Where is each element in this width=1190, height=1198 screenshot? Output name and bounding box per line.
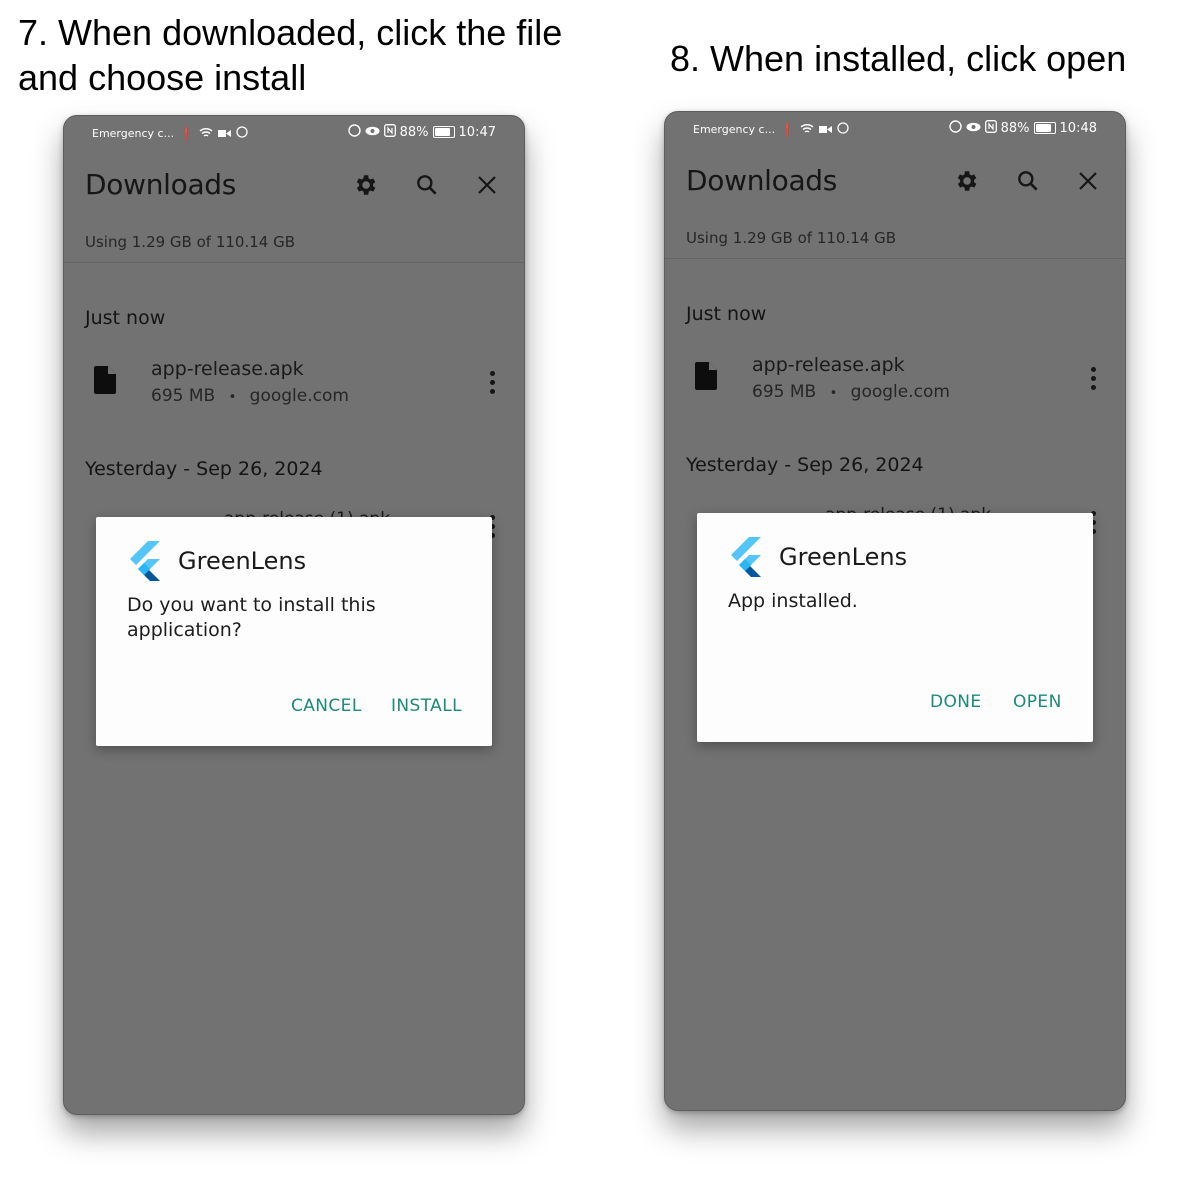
file-source: google.com [850,382,950,402]
meta-separator: • [228,390,237,405]
search-button[interactable] [1011,166,1045,200]
close-icon [476,174,498,201]
dialog-message: App installed. [728,590,858,612]
open-button[interactable]: OPEN [1013,692,1062,712]
phone-screenshot-step-8: Emergency c... ❗ 88% 10:48 Downloads Usi… [664,111,1126,1111]
whatsapp-icon [837,122,849,137]
alert-icon: ❗ [780,122,796,137]
file-meta: 695 MB • google.com [151,386,349,406]
app-bar: Downloads [665,146,1125,216]
data-saver-icon [347,124,361,140]
page-title: Downloads [686,164,838,197]
download-item[interactable]: app-release.apk 695 MB • google.com [64,354,524,414]
nfc-icon [984,120,997,136]
settings-button[interactable] [348,170,382,204]
wifi-icon [800,123,814,137]
more-options-button[interactable] [1083,364,1103,394]
status-bar: Emergency c... ❗ 88% 10:48 [665,112,1125,146]
data-saver-icon [948,120,962,136]
file-name: app-release.apk [151,358,304,380]
page-title: Downloads [85,168,237,201]
step-8-heading: 8. When installed, click open [670,38,1127,79]
file-icon [695,362,717,395]
dialog-app-name: GreenLens [178,547,307,575]
flutter-logo-icon [128,541,162,586]
search-button[interactable] [410,170,444,204]
cancel-button[interactable]: CANCEL [291,696,362,716]
clock: 10:47 [458,124,496,140]
flutter-logo-icon [729,537,763,582]
battery-percent: 88% [399,124,429,140]
whatsapp-icon [236,126,248,141]
carrier-label: Emergency c... [693,123,776,136]
gear-icon [352,172,378,203]
eye-icon [365,125,380,139]
close-icon [1077,170,1099,197]
divider [665,258,1125,259]
battery-icon [1033,122,1056,134]
search-icon [414,172,440,203]
step-7-heading: 7. When downloaded, click the file and c… [18,12,563,98]
alert-icon: ❗ [179,126,195,141]
meta-separator: • [829,386,838,401]
installed-dialog: GreenLens App installed. DONE OPEN [697,513,1093,742]
battery-icon [432,126,455,138]
install-dialog: GreenLens Do you want to install this ap… [96,517,492,746]
video-icon [819,123,833,137]
install-button[interactable]: INSTALL [391,696,462,716]
carrier-label: Emergency c... [92,127,175,140]
battery-percent: 88% [1000,120,1030,136]
section-header-yesterday: Yesterday - Sep 26, 2024 [85,458,323,480]
dialog-message: Do you want to install this application? [127,594,376,641]
close-button[interactable] [470,170,504,204]
file-meta: 695 MB • google.com [752,382,950,402]
wifi-icon [199,127,213,141]
search-icon [1015,168,1041,199]
file-name: app-release.apk [752,354,905,376]
phone-screenshot-step-7: Emergency c... ❗ 88% 10:47 Downloads Usi… [63,115,525,1115]
settings-button[interactable] [949,166,983,200]
eye-icon [966,121,981,135]
done-button[interactable]: DONE [930,692,982,712]
divider [64,262,524,263]
storage-usage: Using 1.29 GB of 110.14 GB [686,229,896,247]
file-size: 695 MB [151,386,216,406]
more-options-button[interactable] [482,368,502,398]
download-item[interactable]: app-release.apk 695 MB • google.com [665,350,1125,410]
section-header-just-now: Just now [686,303,767,325]
section-header-just-now: Just now [85,307,166,329]
nfc-icon [383,124,396,140]
file-size: 695 MB [752,382,817,402]
file-icon [94,366,116,399]
status-bar: Emergency c... ❗ 88% 10:47 [64,116,524,150]
gear-icon [953,168,979,199]
app-bar: Downloads [64,150,524,220]
video-icon [218,127,232,141]
section-header-yesterday: Yesterday - Sep 26, 2024 [686,454,924,476]
close-button[interactable] [1071,166,1105,200]
storage-usage: Using 1.29 GB of 110.14 GB [85,233,295,251]
clock: 10:48 [1059,120,1097,136]
file-source: google.com [249,386,349,406]
dialog-app-name: GreenLens [779,543,908,571]
